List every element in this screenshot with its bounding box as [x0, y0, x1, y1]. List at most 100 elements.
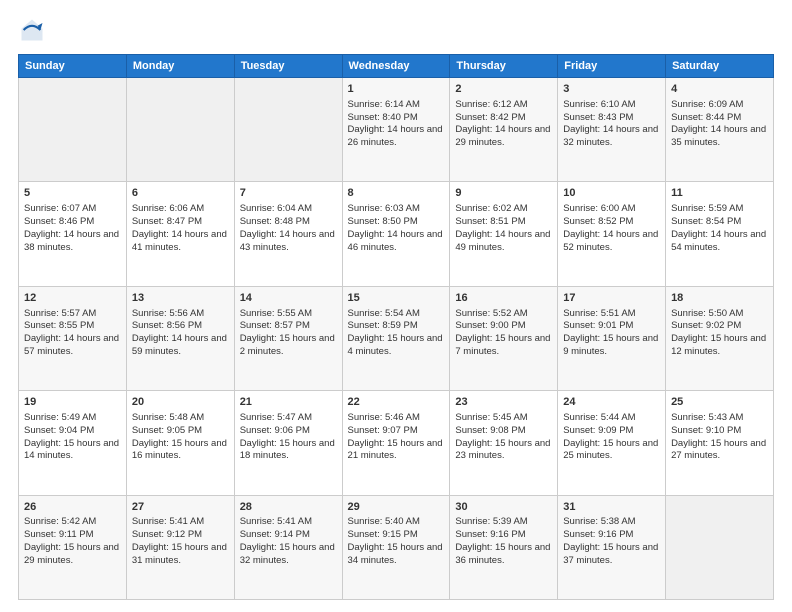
day-info: Daylight: 15 hours and 31 minutes.	[132, 542, 229, 568]
calendar-cell: 3Sunrise: 6:10 AMSunset: 8:43 PMDaylight…	[558, 78, 666, 182]
day-header-sunday: Sunday	[19, 55, 127, 78]
day-info: Sunrise: 5:45 AM	[455, 412, 552, 425]
day-number: 25	[671, 395, 768, 410]
day-info: Daylight: 15 hours and 25 minutes.	[563, 438, 660, 464]
calendar-cell: 25Sunrise: 5:43 AMSunset: 9:10 PMDayligh…	[666, 391, 774, 495]
day-number: 19	[24, 395, 121, 410]
day-info: Daylight: 15 hours and 32 minutes.	[240, 542, 337, 568]
page: SundayMondayTuesdayWednesdayThursdayFrid…	[0, 0, 792, 612]
calendar-week-2: 5Sunrise: 6:07 AMSunset: 8:46 PMDaylight…	[19, 182, 774, 286]
calendar-week-5: 26Sunrise: 5:42 AMSunset: 9:11 PMDayligh…	[19, 495, 774, 599]
day-info: Sunset: 9:05 PM	[132, 425, 229, 438]
day-info: Sunset: 9:14 PM	[240, 529, 337, 542]
day-header-monday: Monday	[126, 55, 234, 78]
day-info: Daylight: 15 hours and 21 minutes.	[348, 438, 445, 464]
calendar-cell: 17 Sunrise: 5:51 AMSunset: 9:01 PMDayligh…	[558, 286, 666, 390]
day-info: Sunset: 8:50 PM	[348, 216, 445, 229]
calendar-cell: 28Sunrise: 5:41 AMSunset: 9:14 PMDayligh…	[234, 495, 342, 599]
calendar-cell: 13Sunrise: 5:56 AMSunset: 8:56 PMDayligh…	[126, 286, 234, 390]
day-header-saturday: Saturday	[666, 55, 774, 78]
day-number: 11	[671, 186, 768, 201]
day-info: Sunset: 8:57 PM	[240, 320, 337, 333]
day-number: 21	[240, 395, 337, 410]
day-info: Daylight: 14 hours and 35 minutes.	[671, 124, 768, 150]
day-info: Sunrise: 5:46 AM	[348, 412, 445, 425]
calendar-cell: 14Sunrise: 5:55 AMSunset: 8:57 PMDayligh…	[234, 286, 342, 390]
day-info: Sunset: 9:02 PM	[671, 320, 768, 333]
day-number: 30	[455, 500, 552, 515]
day-info: Sunrise: 6:03 AM	[348, 203, 445, 216]
day-info: Sunset: 9:09 PM	[563, 425, 660, 438]
day-number: 12	[24, 291, 121, 306]
day-info: Sunset: 8:56 PM	[132, 320, 229, 333]
day-info: Sunrise: 6:06 AM	[132, 203, 229, 216]
day-info: Sunrise: 5:56 AM	[132, 308, 229, 321]
day-info: Sunset: 9:06 PM	[240, 425, 337, 438]
calendar-cell	[19, 78, 127, 182]
day-info: Sunset: 9:15 PM	[348, 529, 445, 542]
calendar-cell: 7Sunrise: 6:04 AMSunset: 8:48 PMDaylight…	[234, 182, 342, 286]
calendar-cell: 2Sunrise: 6:12 AMSunset: 8:42 PMDaylight…	[450, 78, 558, 182]
day-info: Daylight: 15 hours and 2 minutes.	[240, 333, 337, 359]
day-info: Sunset: 8:40 PM	[348, 112, 445, 125]
day-info: Sunrise: 5:57 AM	[24, 308, 121, 321]
day-info: Sunrise: 6:04 AM	[240, 203, 337, 216]
day-info: Daylight: 14 hours and 59 minutes.	[132, 333, 229, 359]
day-number: 18	[671, 291, 768, 306]
day-info: Sunrise: 6:00 AM	[563, 203, 660, 216]
day-number: 26	[24, 500, 121, 515]
day-info: Daylight: 15 hours and 4 minutes.	[348, 333, 445, 359]
day-number: 31	[563, 500, 660, 515]
calendar-cell: 18Sunrise: 5:50 AMSunset: 9:02 PMDayligh…	[666, 286, 774, 390]
day-number: 3	[563, 82, 660, 97]
day-header-friday: Friday	[558, 55, 666, 78]
day-header-tuesday: Tuesday	[234, 55, 342, 78]
day-info: Sunset: 9:07 PM	[348, 425, 445, 438]
day-info: Sunset: 9:01 PM	[563, 320, 660, 333]
day-info: Sunrise: 6:12 AM	[455, 99, 552, 112]
day-number: 14	[240, 291, 337, 306]
day-info: Sunset: 9:16 PM	[563, 529, 660, 542]
calendar-cell: 1Sunrise: 6:14 AMSunset: 8:40 PMDaylight…	[342, 78, 450, 182]
day-info: Sunrise: 6:09 AM	[671, 99, 768, 112]
day-number: 8	[348, 186, 445, 201]
day-info: Daylight: 15 hours and 9 minutes.	[563, 333, 660, 359]
day-number: 6	[132, 186, 229, 201]
calendar-cell: 9Sunrise: 6:02 AMSunset: 8:51 PMDaylight…	[450, 182, 558, 286]
day-header-thursday: Thursday	[450, 55, 558, 78]
day-info: Sunrise: 5:43 AM	[671, 412, 768, 425]
day-info: Daylight: 14 hours and 52 minutes.	[563, 229, 660, 255]
day-number: 10	[563, 186, 660, 201]
day-info: Sunrise: 5:40 AM	[348, 516, 445, 529]
calendar-cell: 6Sunrise: 6:06 AMSunset: 8:47 PMDaylight…	[126, 182, 234, 286]
day-info: Daylight: 14 hours and 26 minutes.	[348, 124, 445, 150]
day-info: Sunrise: 5:42 AM	[24, 516, 121, 529]
calendar-cell: 15Sunrise: 5:54 AMSunset: 8:59 PMDayligh…	[342, 286, 450, 390]
day-number: 7	[240, 186, 337, 201]
logo-icon	[18, 16, 46, 44]
day-info: Sunset: 9:04 PM	[24, 425, 121, 438]
day-info: Sunset: 8:48 PM	[240, 216, 337, 229]
day-info: Sunrise: 5:51 AM	[563, 308, 660, 321]
day-number: 24	[563, 395, 660, 410]
day-info: Sunrise: 5:52 AM	[455, 308, 552, 321]
day-info: Daylight: 14 hours and 46 minutes.	[348, 229, 445, 255]
day-info: Sunset: 8:47 PM	[132, 216, 229, 229]
calendar-cell: 11Sunrise: 5:59 AMSunset: 8:54 PMDayligh…	[666, 182, 774, 286]
calendar-cell: 21Sunrise: 5:47 AMSunset: 9:06 PMDayligh…	[234, 391, 342, 495]
day-info: Daylight: 15 hours and 16 minutes.	[132, 438, 229, 464]
day-number: 29	[348, 500, 445, 515]
day-info: Sunrise: 6:07 AM	[24, 203, 121, 216]
calendar-cell: 29Sunrise: 5:40 AMSunset: 9:15 PMDayligh…	[342, 495, 450, 599]
calendar-cell: 22Sunrise: 5:46 AMSunset: 9:07 PMDayligh…	[342, 391, 450, 495]
day-number: 17	[563, 291, 660, 306]
calendar-cell: 12Sunrise: 5:57 AMSunset: 8:55 PMDayligh…	[19, 286, 127, 390]
day-info: Sunset: 8:52 PM	[563, 216, 660, 229]
day-info: Sunrise: 5:54 AM	[348, 308, 445, 321]
day-info: Sunset: 8:43 PM	[563, 112, 660, 125]
day-info: Sunrise: 5:41 AM	[132, 516, 229, 529]
calendar-header-row: SundayMondayTuesdayWednesdayThursdayFrid…	[19, 55, 774, 78]
day-info: Daylight: 15 hours and 23 minutes.	[455, 438, 552, 464]
logo	[18, 16, 50, 44]
calendar-cell: 31Sunrise: 5:38 AMSunset: 9:16 PMDayligh…	[558, 495, 666, 599]
